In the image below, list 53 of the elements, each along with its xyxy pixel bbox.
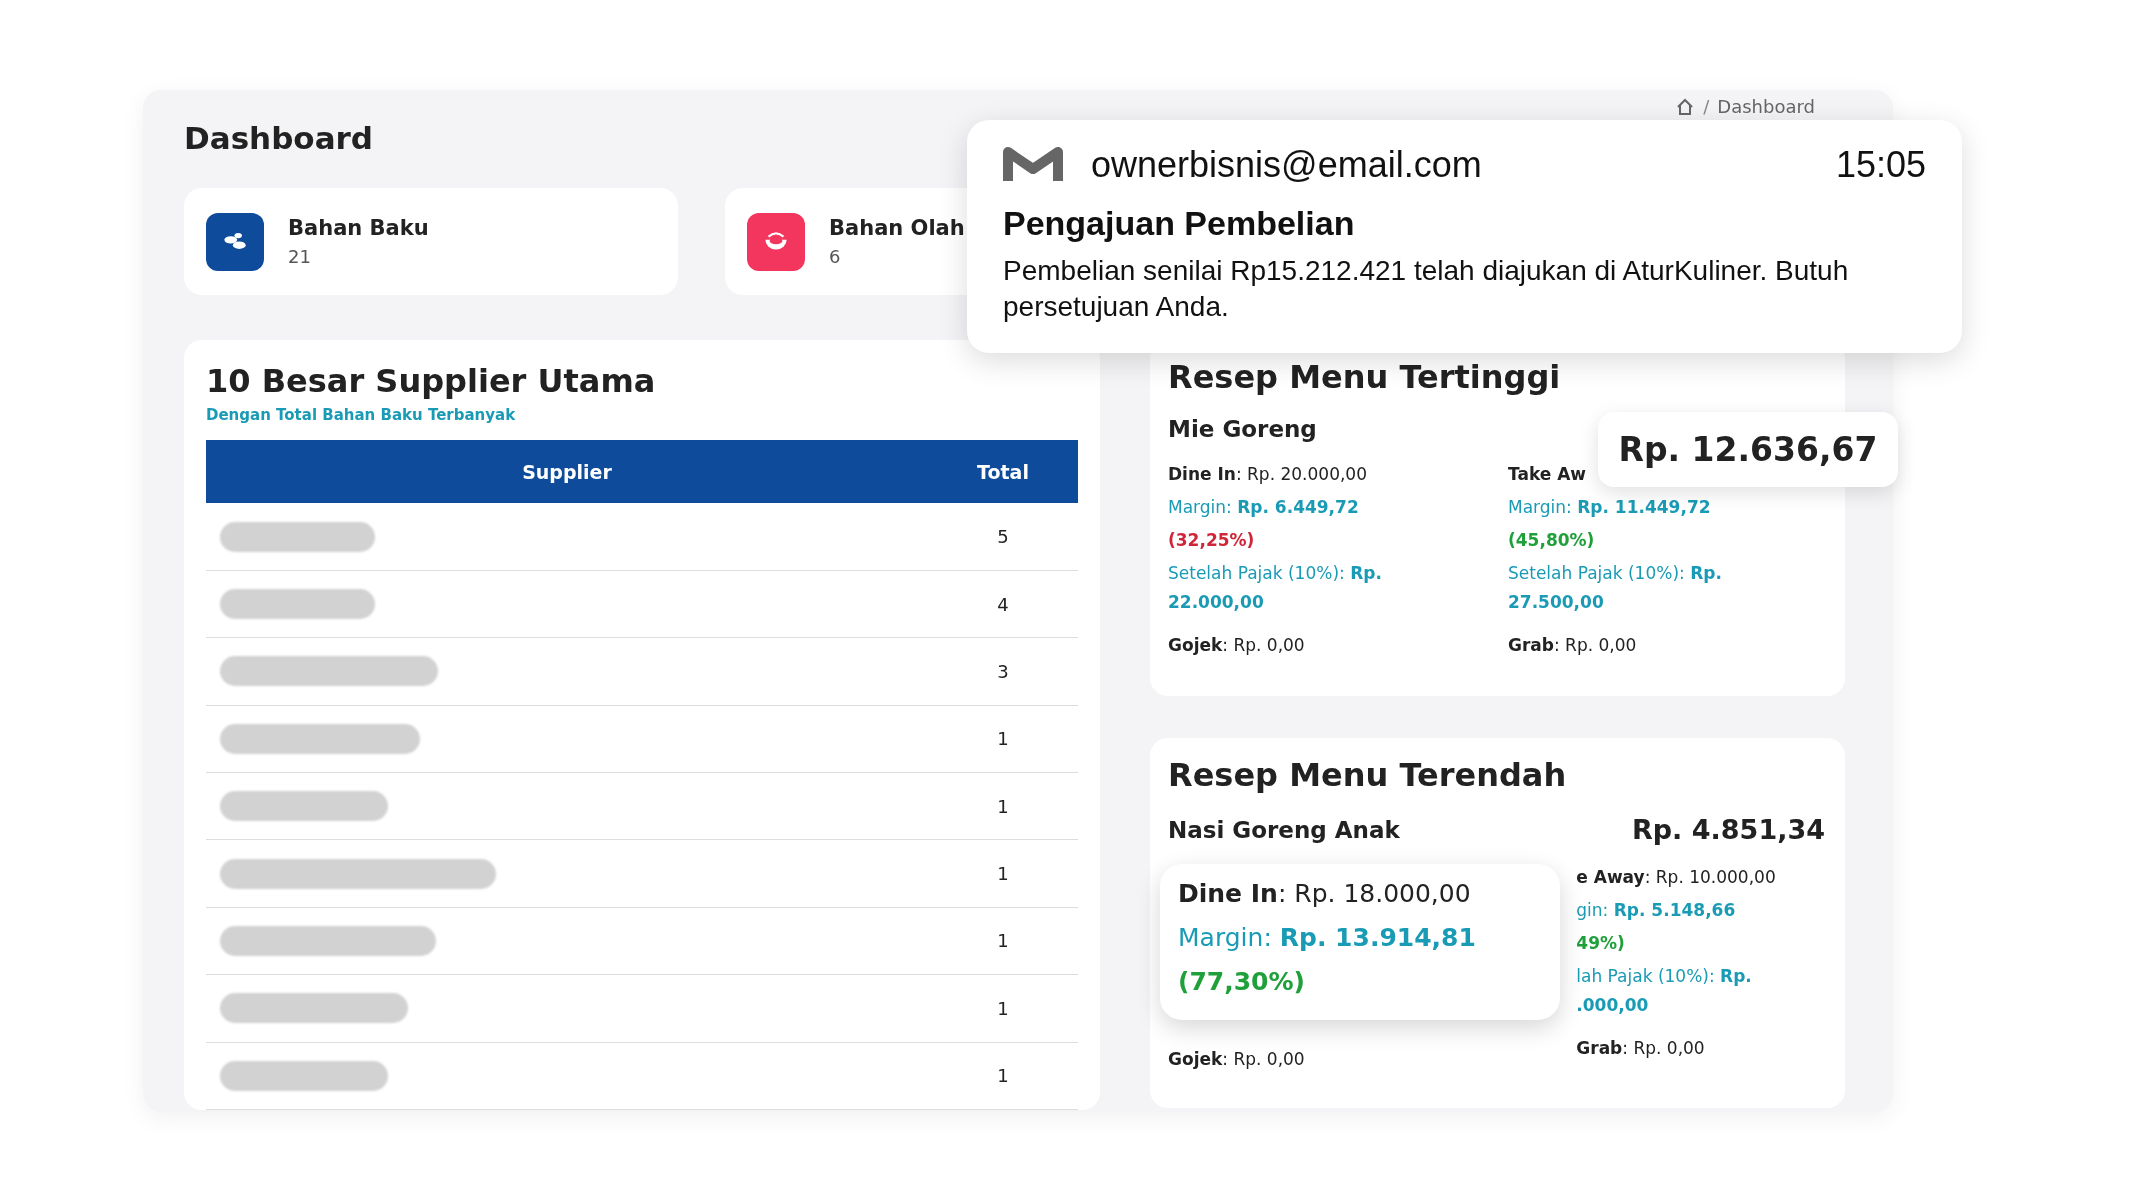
notification-message: Pembelian senilai Rp15.212.421 telah diajukan di AturKuliner. Butuh persetujuan Anda.: [1003, 254, 1850, 324]
price-line: Setelah Pajak (10%): Rp. 27.500,00: [1508, 562, 1723, 614]
table-cell-text: 3: [996, 660, 1010, 682]
price-line: Margin: Rp. 11.449,72: [1508, 496, 1711, 519]
breadcrumb-separator: /: [1703, 96, 1710, 117]
breadcrumb-item[interactable]: Dashboard: [1717, 96, 1815, 117]
table-cell-text: 1: [996, 728, 1010, 750]
stat-value: 21: [288, 246, 312, 267]
price-line: 49%): [1576, 932, 1625, 955]
card-title: 10 Besar Supplier Utama: [206, 362, 657, 400]
card-subtitle: Dengan Total Bahan Baku Terbanyak: [206, 406, 517, 424]
price-line: gin: Rp. 5.148,66: [1576, 899, 1736, 922]
table-cell-text: 4: [996, 593, 1010, 615]
table-cell-text: 1: [996, 863, 1010, 885]
stat-value: 6: [829, 246, 842, 267]
price-line: Dine In: Rp. 20.000,00: [1168, 463, 1367, 486]
price-line: Dine In: Rp. 18.000,00: [1178, 878, 1472, 910]
price-line: (77,30%): [1178, 966, 1306, 998]
table-cell-text: 5: [996, 526, 1010, 548]
price-line: Grab: Rp. 0,00: [1576, 1037, 1705, 1060]
price-line: Gojek: Rp. 0,00: [1168, 634, 1305, 657]
stat-label: Bahan Baku: [288, 216, 429, 240]
card-title: Resep Menu Tertinggi: [1168, 358, 1562, 396]
mail-logo-icon: [1003, 147, 1063, 183]
column-header: Supplier: [521, 460, 613, 483]
table-cell-text: 1: [996, 1065, 1010, 1087]
price-line: Take Aw: [1508, 463, 1587, 486]
stat-label: Bahan Olah: [829, 216, 965, 240]
notification-popup[interactable]: ownerbisnis@email.com 15:05 Pengajuan Pembelian Pembelian senilai Rp15.212.421 telah diajukan di AturKuliner. Butuh persetujuan Anda.: [967, 120, 1962, 353]
bowl-icon: [747, 212, 805, 271]
menu-name: Nasi Goreng Anak: [1168, 816, 1400, 843]
price-line: e Away: Rp. 10.000,00: [1576, 866, 1776, 889]
price-line: lah Pajak (10%): Rp. .000,00: [1576, 965, 1753, 1017]
column-header: Total: [976, 460, 1030, 483]
table-cell-text: 1: [996, 795, 1010, 817]
price-line: Gojek: Rp. 0,00: [1168, 1048, 1305, 1071]
price-line: Margin: Rp. 6.449,72: [1168, 496, 1359, 519]
price-line: Grab: Rp. 0,00: [1508, 634, 1637, 657]
notification-title: Pengajuan Pembelian: [1003, 204, 1356, 243]
price-line: (45,80%): [1508, 529, 1595, 552]
table-cell-text: 1: [996, 930, 1010, 952]
cost-value: Rp. 4.851,34: [1632, 814, 1825, 845]
table-cell-text: 1: [996, 997, 1010, 1019]
menu-name: Mie Goreng: [1168, 416, 1317, 442]
sender-email: ownerbisnis@email.com: [1091, 144, 1483, 186]
price-line: Setelah Pajak (10%): Rp. 22.000,00: [1168, 562, 1383, 614]
price-line: Margin: Rp. 13.914,81: [1178, 922, 1477, 954]
page-title: Dashboard: [184, 120, 374, 156]
cost-popup: Rp. 12.636,67: [1598, 412, 1898, 487]
notification-time: 15:05: [1835, 144, 1926, 186]
price-line: (32,25%): [1168, 529, 1255, 552]
beans-icon: [206, 212, 264, 271]
card-title: Resep Menu Terendah: [1168, 756, 1568, 794]
